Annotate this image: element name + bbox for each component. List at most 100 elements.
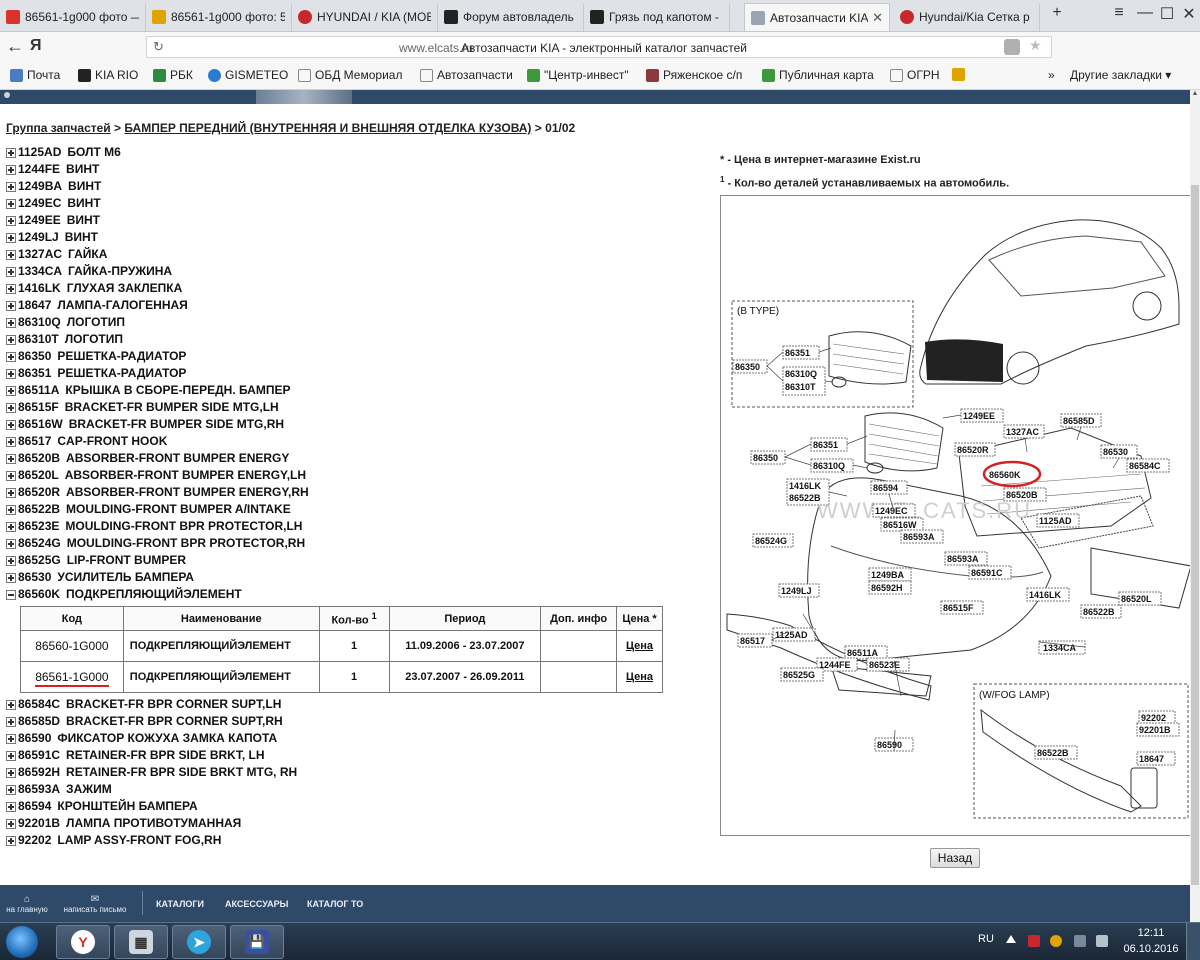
tray-show-hidden-icon[interactable] <box>1006 935 1016 943</box>
url-field[interactable]: ↻ www.elcats.ru Автозапчасти KIA - элект… <box>146 36 1052 58</box>
part-item[interactable]: 18647 ЛАМПА-ГАЛОГЕННАЯ <box>6 297 706 314</box>
other-bookmarks[interactable]: Другие закладки ▾ <box>1070 68 1171 82</box>
bookmark-public-map[interactable]: Публичная карта <box>762 68 874 82</box>
expand-icon[interactable] <box>6 147 16 158</box>
part-item[interactable]: 86520R ABSORBER-FRONT BUMPER ENERGY,RH <box>6 484 706 501</box>
expand-icon[interactable] <box>6 198 16 209</box>
callout-86310Q[interactable]: 86310Q <box>813 461 845 471</box>
callout-86516W[interactable]: 86516W <box>883 520 917 530</box>
callout-86594[interactable]: 86594 <box>873 483 898 493</box>
tab-2[interactable]: HYUNDAI / KIA (MOB <box>292 3 438 31</box>
bookmark-rbk[interactable]: РБК <box>153 68 193 82</box>
taskbar-telegram[interactable]: ➤ <box>172 925 226 959</box>
callout-1249LJ[interactable]: 1249LJ <box>781 586 812 596</box>
footer-link-to-catalog[interactable]: КАТАЛОГ ТО <box>307 899 363 909</box>
tray-volume-icon[interactable] <box>1096 935 1108 947</box>
callout-86593A[interactable]: 86593A <box>947 554 979 564</box>
callout-86310T[interactable]: 86310T <box>785 382 816 392</box>
bookmark-centr-invest[interactable]: "Центр-инвест" <box>527 68 629 82</box>
price-link[interactable]: Цена <box>626 640 653 652</box>
back-arrow-icon[interactable]: ← <box>6 36 24 57</box>
expand-icon[interactable] <box>6 453 16 464</box>
expand-icon[interactable] <box>6 351 16 362</box>
part-item[interactable]: 86524G MOULDING-FRONT BPR PROTECTOR,RH <box>6 535 706 552</box>
tray-update-icon[interactable] <box>1050 935 1062 947</box>
browser-menu-icon[interactable]: ≡ <box>1106 4 1132 22</box>
part-item[interactable]: 1244FE ВИНТ <box>6 161 706 178</box>
price-link[interactable]: Цена <box>626 671 653 683</box>
callout-1416LK[interactable]: 1416LK <box>1029 590 1062 600</box>
callout-86522B[interactable]: 86522B <box>1037 748 1069 758</box>
expand-icon[interactable] <box>6 283 16 294</box>
expand-icon[interactable] <box>6 368 16 379</box>
taskbar-calculator[interactable]: ▦ <box>114 925 168 959</box>
close-window-icon[interactable]: ✕ <box>1176 4 1200 24</box>
expand-icon[interactable] <box>6 784 16 795</box>
breadcrumb-group-link[interactable]: БАМПЕР ПЕРЕДНИЙ (ВНУТРЕННЯЯ И ВНЕШНЯЯ ОТ… <box>124 121 531 135</box>
bookmark-ryazhenskoe[interactable]: Ряженское с/п <box>646 68 742 82</box>
callout-86525G[interactable]: 86525G <box>783 670 815 680</box>
part-item[interactable]: 86593A ЗАЖИМ <box>6 781 706 798</box>
bookmark-gismeteo[interactable]: GISMETEO <box>208 68 288 82</box>
start-button-icon[interactable] <box>6 926 38 958</box>
callout-86511A[interactable]: 86511A <box>847 648 879 658</box>
part-item[interactable]: 86511A КРЫШКА В СБОРЕ-ПЕРЕДН. БАМПЕР <box>6 382 706 399</box>
part-item[interactable]: 86585D BRACKET-FR BPR CORNER SUPT,RH <box>6 713 706 730</box>
part-item[interactable]: 1416LK ГЛУХАЯ ЗАКЛЕПКА <box>6 280 706 297</box>
part-item[interactable]: 92201B ЛАМПА ПРОТИВОТУМАННАЯ <box>6 815 706 832</box>
part-item[interactable]: 1249EE ВИНТ <box>6 212 706 229</box>
part-item[interactable]: 86530 УСИЛИТЕЛЬ БАМПЕРА <box>6 569 706 586</box>
expand-icon[interactable] <box>6 733 16 744</box>
expand-icon[interactable] <box>6 334 16 345</box>
callout-86351[interactable]: 86351 <box>813 440 838 450</box>
expand-icon[interactable] <box>6 266 16 277</box>
callout-86520R[interactable]: 86520R <box>957 445 989 455</box>
callout-86517[interactable]: 86517 <box>740 636 765 646</box>
expand-icon[interactable] <box>6 436 16 447</box>
part-item[interactable]: 86520L ABSORBER-FRONT BUMPER ENERGY,LH <box>6 467 706 484</box>
footer-write[interactable]: ✉ написать письмо <box>60 894 130 914</box>
callout-86520L[interactable]: 86520L <box>1121 594 1152 604</box>
expand-icon[interactable] <box>6 181 16 192</box>
show-desktop-button[interactable] <box>1186 923 1200 960</box>
expand-icon[interactable] <box>6 521 16 532</box>
expand-icon[interactable] <box>6 801 16 812</box>
part-item[interactable]: 86515F BRACKET-FR BUMPER SIDE MTG,LH <box>6 399 706 416</box>
page-scrollbar[interactable]: ▲ <box>1190 90 1200 922</box>
tab-1[interactable]: 86561-1g000 фото: 5 <box>146 3 292 31</box>
callout-86350[interactable]: 86350 <box>735 362 760 372</box>
callout-86590[interactable]: 86590 <box>877 740 902 750</box>
part-item[interactable]: 1327AC ГАЙКА <box>6 246 706 263</box>
callout-86592H[interactable]: 86592H <box>871 583 903 593</box>
callout-86585D[interactable]: 86585D <box>1063 416 1095 426</box>
expand-icon[interactable] <box>6 385 16 396</box>
taskbar-save-app[interactable]: 💾 <box>230 925 284 959</box>
callout-86520B[interactable]: 86520B <box>1006 490 1038 500</box>
bookmark-kia-rio[interactable]: KIA RIO <box>78 68 138 82</box>
expand-icon[interactable] <box>6 317 16 328</box>
callout-86584C[interactable]: 86584C <box>1129 461 1161 471</box>
expand-icon[interactable] <box>6 232 16 243</box>
tray-language[interactable]: RU <box>978 933 994 945</box>
scroll-up-icon[interactable]: ▲ <box>1190 90 1200 100</box>
reload-icon[interactable]: ↻ <box>153 39 164 55</box>
footer-link-accessories[interactable]: АКСЕССУАРЫ <box>225 899 289 909</box>
tray-network-icon[interactable] <box>1074 935 1086 947</box>
part-item[interactable]: 86590 ФИКСАТОР КОЖУХА ЗАМКА КАПОТА <box>6 730 706 747</box>
tab-close-icon[interactable]: ✕ <box>872 10 883 26</box>
part-item[interactable]: 86517 CAP-FRONT HOOK <box>6 433 706 450</box>
expand-icon[interactable] <box>6 402 16 413</box>
part-item[interactable]: 1249EC ВИНТ <box>6 195 706 212</box>
part-item[interactable]: 86350 РЕШЕТКА-РАДИАТОР <box>6 348 706 365</box>
callout-1416LK[interactable]: 1416LK <box>789 481 822 491</box>
callout-1249BA[interactable]: 1249BA <box>871 570 905 580</box>
part-item[interactable]: 86592H RETAINER-FR BPR SIDE BRKT MTG, RH <box>6 764 706 781</box>
part-item-expanded[interactable]: 86560K ПОДКРЕПЛЯЮЩИЙЭЛЕМЕНТ <box>6 586 706 603</box>
part-item[interactable]: 92202 LAMP ASSY-FRONT FOG,RH <box>6 832 706 849</box>
callout-86522B[interactable]: 86522B <box>789 493 821 503</box>
part-item[interactable]: 86522B MOULDING-FRONT BUMPER A/INTAKE <box>6 501 706 518</box>
expand-icon[interactable] <box>6 504 16 515</box>
more-bookmarks-icon[interactable]: » <box>1048 68 1055 82</box>
part-item[interactable]: 86591C RETAINER-FR BPR SIDE BRKT, LH <box>6 747 706 764</box>
scrollbar-thumb[interactable] <box>1191 185 1199 885</box>
